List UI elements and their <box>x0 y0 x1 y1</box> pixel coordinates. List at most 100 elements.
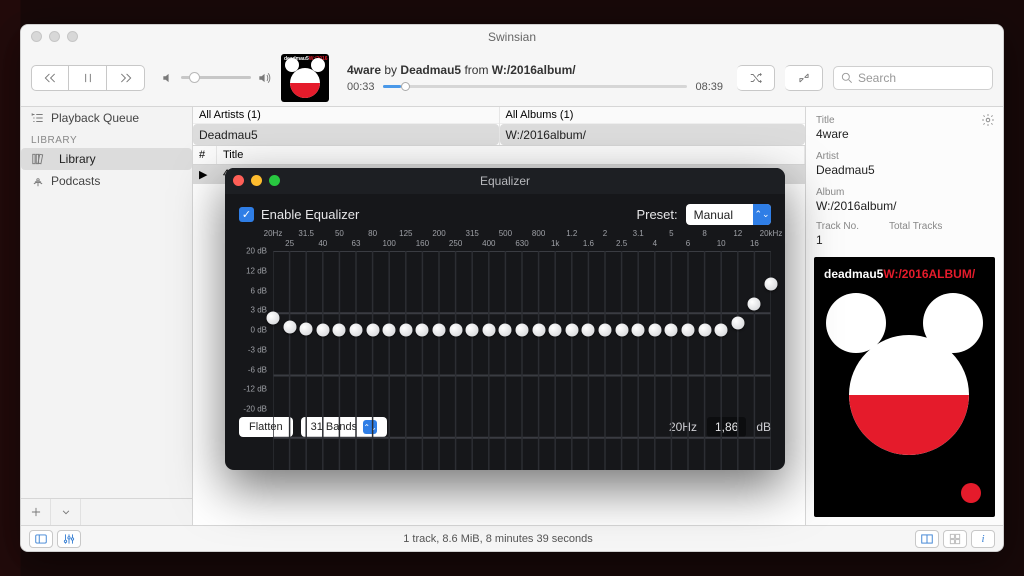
now-playing-artwork[interactable]: deadmau5W:/2016 <box>281 54 329 102</box>
eq-band-slider[interactable] <box>682 324 695 337</box>
eq-band-slider[interactable] <box>350 324 363 337</box>
window-controls <box>31 31 78 42</box>
eq-band-slider[interactable] <box>499 324 512 337</box>
eq-band-slider[interactable] <box>549 324 562 337</box>
eq-band-slider[interactable] <box>648 324 661 337</box>
volume-slider[interactable] <box>181 76 251 79</box>
grid-view-button[interactable] <box>943 530 967 548</box>
eq-band-slider[interactable] <box>383 324 396 337</box>
next-track-button[interactable] <box>107 65 145 91</box>
np-album: W:/2016album/ <box>492 63 576 77</box>
freq-tick: 31.5 <box>298 229 314 238</box>
app-title: Swinsian <box>488 30 536 44</box>
col-number[interactable]: # <box>193 146 217 164</box>
info-settings-button[interactable] <box>981 113 995 130</box>
sidebar-item-library[interactable]: Library <box>21 148 192 170</box>
search-field[interactable]: Search <box>833 66 993 90</box>
freq-tick: 20Hz <box>264 229 283 238</box>
eq-band-slider[interactable] <box>433 324 446 337</box>
eq-band-slider[interactable] <box>615 324 628 337</box>
equalizer-button[interactable] <box>57 530 81 548</box>
eq-band-slider[interactable] <box>416 324 429 337</box>
list-icon <box>920 532 934 546</box>
preset-dropdown[interactable]: Manual ⌃⌄ <box>686 204 771 225</box>
time-elapsed: 00:33 <box>347 81 375 93</box>
preset-label: Preset: <box>636 207 677 222</box>
play-pause-button[interactable] <box>69 65 107 91</box>
zoom-window-button[interactable] <box>67 31 78 42</box>
db-tick: 20 dB <box>246 247 267 256</box>
freq-tick: 250 <box>449 239 462 248</box>
eq-band-slider[interactable] <box>532 324 545 337</box>
eq-band-slider[interactable] <box>366 324 379 337</box>
eq-band-slider[interactable] <box>466 324 479 337</box>
artist-row[interactable]: Deadmau5 <box>193 124 499 145</box>
enable-equalizer-checkbox[interactable]: ✓ Enable Equalizer <box>239 207 359 222</box>
mini-player-button[interactable] <box>785 65 823 91</box>
sidebar-item-podcasts[interactable]: Podcasts <box>21 170 192 192</box>
freq-tick: 40 <box>318 239 327 248</box>
volume-thumb[interactable] <box>189 72 200 83</box>
previous-track-button[interactable] <box>31 65 69 91</box>
plus-icon <box>29 505 43 519</box>
eq-band-slider[interactable] <box>632 324 645 337</box>
frequency-axis: 20Hz31.550801252003155008001.223.1581220… <box>239 229 771 251</box>
db-tick: -20 dB <box>243 405 267 414</box>
eq-band-slider[interactable] <box>565 324 578 337</box>
eq-band-slider[interactable] <box>399 324 412 337</box>
all-artists-header[interactable]: All Artists (1) <box>193 107 499 124</box>
db-tick: -3 dB <box>248 345 267 354</box>
eq-band-slider[interactable] <box>482 324 495 337</box>
info-trackno-value: 1 <box>816 233 859 247</box>
eq-minimize-button[interactable] <box>251 175 262 186</box>
eq-band-slider[interactable] <box>765 277 778 290</box>
info-totaltracks-label: Total Tracks <box>889 221 942 232</box>
statusbar: 1 track, 8.6 MiB, 8 minutes 39 seconds i <box>21 525 1003 551</box>
freq-tick: 3.1 <box>633 229 644 238</box>
seek-bar[interactable] <box>383 85 688 88</box>
enable-equalizer-label: Enable Equalizer <box>261 207 359 222</box>
list-view-button[interactable] <box>915 530 939 548</box>
shuffle-button[interactable] <box>737 65 775 91</box>
sidebar-options-button[interactable] <box>51 499 81 525</box>
freq-tick: 12 <box>733 229 742 238</box>
eq-band-slider[interactable] <box>582 324 595 337</box>
eq-band-slider[interactable] <box>516 324 529 337</box>
freq-tick: 4 <box>653 239 657 248</box>
eq-band-slider[interactable] <box>316 324 329 337</box>
eq-band-slider[interactable] <box>731 317 744 330</box>
eq-band-slider[interactable] <box>333 324 346 337</box>
freq-tick: 10 <box>717 239 726 248</box>
skip-forward-icon <box>119 71 133 85</box>
sidebar-footer <box>21 498 192 525</box>
all-albums-header[interactable]: All Albums (1) <box>500 107 806 124</box>
eq-band-slider[interactable] <box>599 324 612 337</box>
eq-band-slider[interactable] <box>300 322 313 335</box>
toggle-sidebar-button[interactable] <box>29 530 53 548</box>
search-icon <box>840 71 854 85</box>
eq-band-slider[interactable] <box>715 324 728 337</box>
eq-band-slider[interactable] <box>283 320 296 333</box>
album-row[interactable]: W:/2016album/ <box>500 124 806 145</box>
album-artwork-large[interactable]: deadmau5W:/2016ALBUM/ <box>814 257 995 517</box>
eq-band-slider[interactable] <box>698 324 711 337</box>
eq-zoom-button[interactable] <box>269 175 280 186</box>
eq-band-slider[interactable] <box>748 297 761 310</box>
skip-back-icon <box>43 71 57 85</box>
minimize-window-button[interactable] <box>49 31 60 42</box>
albums-column: All Albums (1) W:/2016album/ <box>500 107 806 145</box>
toggle-info-pane-button[interactable]: i <box>971 530 995 548</box>
close-window-button[interactable] <box>31 31 42 42</box>
eq-close-button[interactable] <box>233 175 244 186</box>
podcast-icon <box>31 174 45 188</box>
seek-thumb[interactable] <box>401 82 410 91</box>
eq-band-slider[interactable] <box>665 324 678 337</box>
eq-band-slider[interactable] <box>267 311 280 324</box>
info-artist-label: Artist <box>816 151 993 162</box>
eq-band-slider[interactable] <box>449 324 462 337</box>
col-title[interactable]: Title <box>217 146 805 164</box>
sidebar-item-playback-queue[interactable]: Playback Queue <box>21 107 192 129</box>
add-playlist-button[interactable] <box>21 499 51 525</box>
freq-tick: 200 <box>432 229 445 238</box>
chevron-up-down-icon: ⌃⌄ <box>753 204 771 225</box>
